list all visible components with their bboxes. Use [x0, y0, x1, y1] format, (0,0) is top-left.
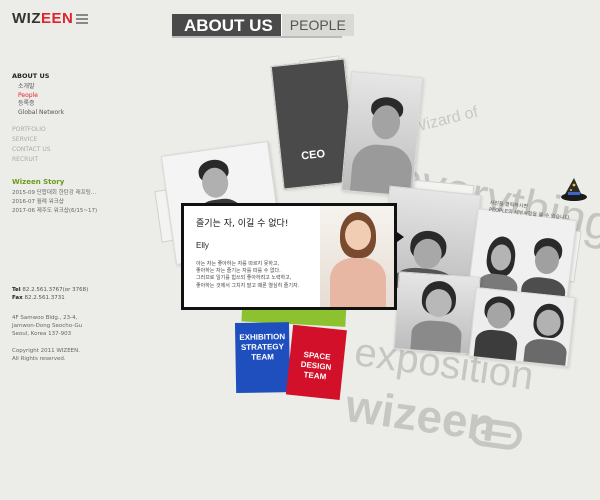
nav-sub-intro[interactable]: 소개말: [18, 83, 64, 92]
ceo-label: CEO: [300, 148, 326, 163]
person-silhouette: [473, 294, 521, 363]
address-line: Jamwon-Dong Seocho-Gu: [12, 323, 83, 329]
nav-portfolio[interactable]: PORTFOLIO: [12, 125, 64, 135]
popup-person-name: Elly: [196, 241, 209, 250]
fax-value: 82.2.561.3731: [24, 295, 65, 301]
contact-info: Tel 82.2.561.3767(or 3768) Fax 82.2.561.…: [12, 286, 88, 302]
story-section: Wizeen Story 2015-09 단합대회 한탄강 래프팅... 201…: [12, 178, 97, 216]
nav-contact-us[interactable]: CONTACT US: [12, 145, 64, 155]
address-line: Seoul, Korea 137-903: [12, 331, 72, 337]
logo-bars-icon: [76, 13, 89, 24]
profile-popup: 즐기는 자, 이길 수 없다! Elly 아는 자는 좋아하는 자를 따르지 못…: [181, 203, 397, 310]
title-underline: [172, 36, 342, 38]
nav-service[interactable]: SERVICE: [12, 135, 64, 145]
staff-photo-panel[interactable]: [393, 271, 481, 355]
popup-description: 아는 자는 좋아하는 자를 따르지 못하고, 좋아하는 자는 즐기는 자를 따를…: [196, 261, 320, 290]
nav-sub-global-network[interactable]: Global Network: [18, 109, 64, 118]
page-title: ABOUT US: [172, 14, 281, 36]
fax-line: Fax 82.2.561.3731: [12, 294, 88, 302]
nav-about-us[interactable]: ABOUT US: [12, 72, 64, 80]
popup-description-line: 그러므로 일기를 힘쓰되 좋아하려고 노력하고,: [196, 275, 292, 282]
nav-other-menu: PORTFOLIO SERVICE CONTACT US RECRUIT: [12, 125, 64, 165]
nav-sub-registration[interactable]: 등록증: [18, 100, 64, 109]
story-item[interactable]: 2016-07 월례 워크샵: [12, 198, 97, 207]
address: 4F Samwoo Bldg., 23-4, Jamwon-Dong Seoch…: [12, 314, 82, 338]
story-item[interactable]: 2015-09 단합대회 한탄강 래프팅...: [12, 189, 97, 198]
page-subtitle: PEOPLE: [280, 14, 354, 36]
person-silhouette: [410, 279, 465, 355]
copyright-line: Copyright 2011 WIZEEN.: [12, 348, 81, 354]
popup-photo: [320, 206, 394, 307]
popup-text: 즐기는 자, 이길 수 없다! Elly 아는 자는 좋아하는 자를 따르지 못…: [184, 206, 320, 307]
ceo-photo[interactable]: [340, 71, 424, 197]
person-silhouette: [348, 95, 418, 197]
nav-about-submenu: 소개말 People 등록증 Global Network: [12, 83, 64, 117]
nav-recruit[interactable]: RECRUIT: [12, 155, 64, 165]
staff-photo-panel[interactable]: [468, 286, 576, 368]
logo-text: WIZEEN: [12, 10, 74, 27]
nav-sub-people[interactable]: People: [18, 92, 64, 101]
copyright-line: All Rights reserved.: [12, 356, 66, 362]
person-silhouette: [523, 302, 571, 368]
story-list: 2015-09 단합대회 한탄강 래프팅... 2016-07 월례 워크샵 2…: [12, 189, 97, 216]
story-item[interactable]: 2017-06 제주도 워크샵(6/15~17): [12, 207, 97, 216]
team-name-line: TEAM: [251, 352, 274, 362]
copyright: Copyright 2011 WIZEEN. All Rights reserv…: [12, 347, 80, 363]
wizard-hat-icon: [560, 176, 588, 202]
team-name-line: STRATEGY: [240, 342, 284, 352]
team-exhibition-strategy[interactable]: EXHIBITION STRATEGY TEAM: [234, 322, 291, 394]
popup-description-line: 좋아하는 것에서 그치지 말고 때론 열심히 즐기자.: [196, 282, 300, 289]
story-title[interactable]: Wizeen Story: [12, 178, 97, 186]
popup-heading: 즐기는 자, 이길 수 없다!: [196, 219, 289, 229]
fax-label: Fax: [12, 295, 23, 301]
team-panel: EXHIBITION STRATEGY TEAM SPACE DESIGN TE…: [233, 297, 347, 403]
address-line: 4F Samwoo Bldg., 23-4,: [12, 315, 78, 321]
popup-pointer: [397, 232, 404, 242]
tel-value: 82.2.561.3767(or 3768): [22, 287, 89, 293]
page-title-tab: ABOUT US PEOPLE: [172, 14, 354, 36]
team-space-design[interactable]: SPACE DESIGN TEAM: [285, 324, 347, 401]
sidebar-nav: ABOUT US 소개말 People 등록증 Global Network P…: [12, 72, 64, 165]
tel-line: Tel 82.2.561.3767(or 3768): [12, 286, 88, 294]
logo[interactable]: WIZEEN: [12, 10, 89, 27]
bg-word-wizard-of: Wizard of: [410, 103, 480, 137]
person-silhouette: [328, 212, 388, 307]
tel-label: Tel: [12, 287, 21, 293]
